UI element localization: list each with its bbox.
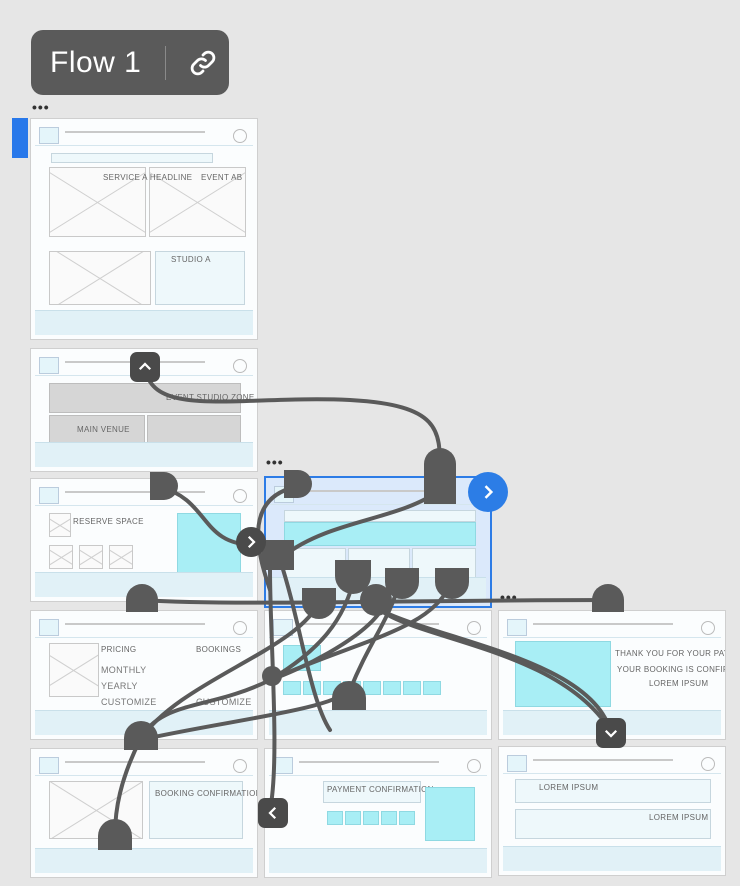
- wire-heading: YOUR BOOKING IS CONFIRMED: [617, 665, 725, 674]
- wire-heading: STUDIO A: [171, 255, 211, 264]
- chevron-left-icon[interactable]: [258, 798, 288, 828]
- wire-heading: BOOKING CONFIRMATION: [155, 789, 258, 798]
- left-scroll-indicator[interactable]: [12, 118, 28, 158]
- wire-text: LOREM IPSUM: [649, 679, 709, 688]
- wire-nav: [35, 123, 253, 146]
- wire-heading: SERVICE A HEADLINE: [103, 173, 193, 182]
- wire-logo: [39, 127, 59, 144]
- frame-menu-icon[interactable]: •••: [500, 590, 518, 604]
- wire-heading: THANK YOU FOR YOUR PAYMENT: [615, 649, 725, 658]
- wire-text: LOREM IPSUM: [649, 813, 709, 822]
- screen-frame-catalog[interactable]: [264, 610, 492, 740]
- screen-frame-payment-confirmation[interactable]: PAYMENT CONFIRMATION: [264, 748, 492, 878]
- wire-heading: EVENT STUDIO ZONE: [166, 393, 255, 402]
- plan-option-label: YEARLY: [101, 681, 138, 691]
- flow-label[interactable]: Flow 1: [31, 30, 229, 95]
- wire-heading: MAIN VENUE: [77, 425, 130, 434]
- wire-heading: RESERVE SPACE: [73, 517, 144, 526]
- screen-frame-summary[interactable]: LOREM IPSUM LOREM IPSUM: [498, 746, 726, 876]
- link-icon[interactable]: [188, 48, 218, 78]
- screen-frame-booking-select[interactable]: RESERVE SPACE: [30, 478, 258, 602]
- plan-option-label: CUSTOMIZE: [101, 697, 157, 707]
- flow-title: Flow 1: [50, 45, 142, 79]
- chevron-up-icon[interactable]: [130, 352, 160, 382]
- wire-close-icon: [233, 129, 247, 143]
- wire-banner: [284, 522, 476, 546]
- screen-frame-selected[interactable]: [264, 476, 492, 608]
- plan-option-label: MONTHLY: [101, 665, 147, 675]
- wire-heading: PRICING: [101, 645, 137, 654]
- frame-menu-icon[interactable]: •••: [32, 100, 50, 114]
- chevron-right-icon[interactable]: [236, 527, 266, 557]
- wire-image: [49, 251, 151, 305]
- wire-heading: EVENT AB: [201, 173, 243, 182]
- wire-footer: [35, 310, 253, 335]
- wire-text: LOREM IPSUM: [539, 783, 599, 792]
- wire-heading: PAYMENT CONFIRMATION: [327, 785, 434, 794]
- wire-heading: BOOKINGS: [196, 645, 242, 654]
- flow-label-divider: [165, 45, 167, 80]
- plan-option-label: CUSTOMIZE: [196, 697, 252, 707]
- next-screen-button[interactable]: [468, 472, 508, 512]
- chevron-down-icon[interactable]: [596, 718, 626, 748]
- wire-media: [515, 641, 611, 707]
- prototype-canvas[interactable]: Flow 1 ••• ••• ••• ••• ••• ••• ••• ••• S…: [0, 0, 740, 886]
- wire-media: [177, 513, 241, 573]
- frame-menu-icon[interactable]: •••: [266, 455, 284, 469]
- screen-frame-plans[interactable]: PRICING BOOKINGS MONTHLY YEARLY CUSTOMIZ…: [30, 610, 258, 740]
- screen-frame-home[interactable]: SERVICE A HEADLINE EVENT AB STUDIO A: [30, 118, 258, 340]
- screen-frame-booking-confirmation[interactable]: BOOKING CONFIRMATION: [30, 748, 258, 878]
